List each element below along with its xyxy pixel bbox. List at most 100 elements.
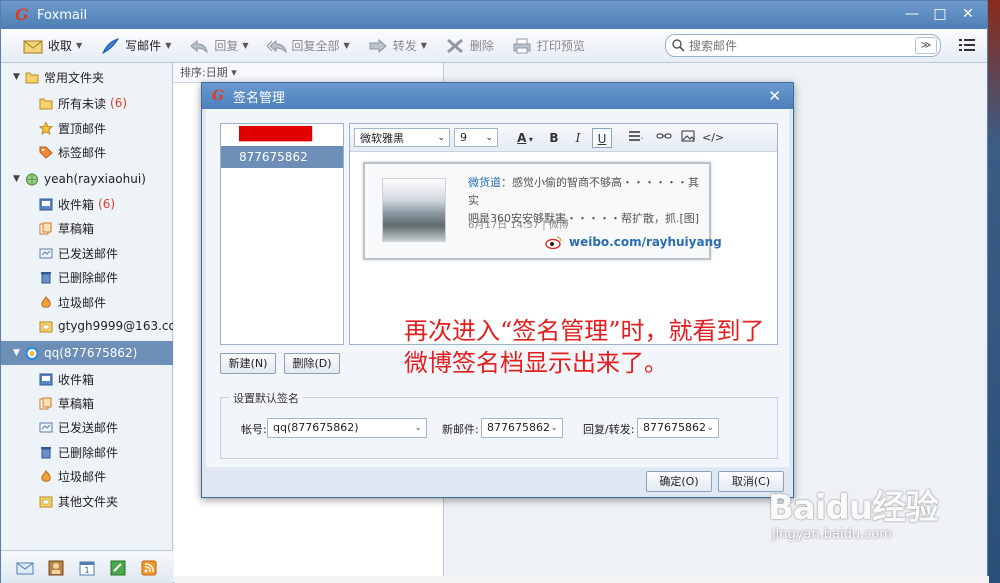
new-signature-button[interactable]: 新建(N) — [220, 353, 276, 374]
sidebar-item-deleted[interactable]: 已删除邮件 — [1, 265, 173, 289]
font-size-select[interactable]: 9 ⌄ — [454, 128, 498, 147]
compose-button[interactable]: 写邮件 ▼ — [100, 34, 171, 58]
reply-all-button[interactable]: 回复全部 ▼ — [266, 34, 350, 58]
font-family-select[interactable]: 微软雅黑 ⌄ — [354, 128, 450, 147]
sidebar-item-tagged[interactable]: 标签邮件 — [1, 140, 173, 164]
sidebar-item-deleted[interactable]: 已删除邮件 — [1, 440, 173, 464]
minimize-button[interactable]: — — [905, 6, 919, 22]
weibo-link[interactable]: weibo.com/rayhuiyang — [545, 235, 722, 249]
rss-icon[interactable] — [140, 560, 158, 576]
maximize-button[interactable]: □ — [933, 6, 947, 22]
print-preview-label: 打印预览 — [536, 39, 585, 53]
bottom-strip — [174, 576, 989, 583]
drafts-icon — [39, 222, 52, 234]
reply-button[interactable]: 回复 ▼ — [189, 34, 249, 58]
trash-icon — [41, 271, 51, 283]
feather-pen-icon — [102, 37, 120, 54]
signature-item-redacted[interactable]: ████████ — [221, 124, 343, 146]
sidebar-item-other-folders[interactable]: 其他文件夹 — [1, 489, 173, 513]
chevron-down-icon[interactable]: ▼ — [242, 41, 248, 50]
main-toolbar: 收取 ▼ 写邮件 ▼ 回复 ▼ 回复全部 ▼ 转发 ▼ 删除 打印预览 搜索邮件… — [1, 29, 987, 63]
sort-selector[interactable]: 排序:日期 ▾ — [174, 63, 443, 83]
expand-arrow-icon[interactable]: ▼ — [13, 174, 21, 184]
sidebar-item-label: 置顶邮件 — [58, 121, 107, 136]
sidebar-item-inbox[interactable]: 收件箱 — [1, 367, 173, 391]
delete-button[interactable]: 删除 — [445, 34, 494, 58]
reply-all-label: 回复全部 — [291, 39, 340, 53]
signature-item-selected[interactable]: 877675862 — [221, 146, 343, 168]
align-button[interactable] — [622, 128, 650, 148]
dialog-close-button[interactable]: ✕ — [768, 87, 781, 105]
reply-forward-field-label: 回复/转发: — [583, 423, 635, 436]
close-button[interactable]: ✕ — [961, 6, 975, 22]
contacts-icon[interactable] — [47, 560, 65, 576]
font-color-button[interactable]: A ▾ — [510, 128, 540, 148]
dialog-footer: 确定(O) 取消(C) — [206, 467, 789, 495]
image-icon — [681, 130, 695, 141]
sidebar-item-sent[interactable]: 已发送邮件 — [1, 241, 173, 265]
chevron-down-icon[interactable]: ▼ — [165, 41, 171, 50]
sidebar-item-pinned[interactable]: 置顶邮件 — [1, 116, 173, 140]
inbox-icon — [39, 373, 53, 385]
expand-arrow-icon[interactable]: ▼ — [13, 72, 21, 82]
search-options-button[interactable]: ≫ — [915, 37, 937, 54]
sidebar-item-junk[interactable]: 垃圾邮件 — [1, 464, 173, 488]
delete-x-icon — [446, 38, 463, 53]
favorites-group[interactable]: ▼ 常用文件夹 — [1, 65, 173, 89]
receive-button[interactable]: 收取 ▼ — [23, 34, 82, 58]
chevron-down-icon[interactable]: ▼ — [344, 41, 350, 50]
notes-icon[interactable] — [109, 560, 127, 576]
chevron-down-icon[interactable]: ▼ — [76, 41, 82, 50]
hamburger-menu-icon[interactable] — [959, 38, 975, 52]
sidebar-item-all-unread[interactable]: 所有未读 (6) — [1, 91, 173, 115]
bold-button[interactable]: B — [544, 128, 564, 148]
account-dropdown-value: qq(877675862) — [273, 421, 359, 434]
mail-view-icon[interactable] — [16, 560, 34, 576]
editor-toolbar: 微软雅黑 ⌄ 9 ⌄ A ▾ B I U </> — [350, 124, 777, 152]
account-qq[interactable]: ▼ qq(877675862) — [1, 341, 173, 365]
junk-flame-icon — [41, 295, 51, 308]
italic-button[interactable]: I — [568, 128, 588, 148]
sidebar-item-junk[interactable]: 垃圾邮件 — [1, 290, 173, 314]
sidebar-item-inbox[interactable]: 收件箱 (6) — [1, 192, 173, 216]
link-button[interactable] — [654, 128, 674, 148]
title-bar: G Foxmail — □ ✕ — [1, 1, 987, 29]
weibo-author[interactable]: 微货道 — [468, 176, 501, 189]
chevron-down-icon: ⌄ — [414, 423, 422, 433]
delete-signature-button[interactable]: 删除(D) — [284, 353, 340, 374]
account-yeah[interactable]: ▼ yeah(rayxiaohui) — [1, 167, 173, 191]
search-input[interactable] — [685, 38, 905, 53]
link-icon — [656, 133, 672, 138]
desktop-background — [988, 0, 1000, 583]
sidebar-item-sent[interactable]: 已发送邮件 — [1, 415, 173, 439]
chevron-down-icon[interactable]: ▼ — [421, 41, 427, 50]
chevron-down-icon: ⌄ — [485, 132, 493, 143]
reply-arrow-icon — [190, 39, 209, 54]
expand-arrow-icon[interactable]: ▼ — [13, 348, 21, 358]
reply-label: 回复 — [214, 39, 239, 53]
watermark-url: jingyan.baidu.com — [772, 527, 892, 542]
chevron-down-icon: ⌄ — [706, 423, 714, 433]
new-mail-dropdown[interactable]: 877675862 ⌄ — [481, 418, 563, 438]
sidebar-item-other-folder[interactable]: gtygh9999@163.co... — [1, 314, 173, 338]
calendar-icon[interactable]: 1 — [78, 560, 96, 576]
sidebar-item-drafts[interactable]: 草稿箱 — [1, 216, 173, 240]
underline-button[interactable]: U — [592, 127, 612, 148]
account-dropdown[interactable]: qq(877675862) ⌄ — [267, 418, 427, 438]
junk-flame-icon — [41, 469, 51, 482]
account-globe-icon — [25, 346, 39, 360]
foxmail-logo-icon: G — [15, 5, 29, 24]
forward-button[interactable]: 转发 ▼ — [368, 34, 427, 58]
source-code-button[interactable]: </> — [702, 128, 724, 148]
sidebar-item-label: 收件箱 — [58, 372, 95, 387]
chevron-down-icon: ⌄ — [437, 132, 445, 143]
search-box[interactable]: ≫ — [665, 34, 941, 57]
insert-image-button[interactable] — [678, 128, 698, 148]
sidebar-item-drafts[interactable]: 草稿箱 — [1, 391, 173, 415]
ok-button[interactable]: 确定(O) — [646, 471, 712, 492]
sidebar-item-label: 标签邮件 — [58, 145, 107, 160]
print-preview-button[interactable]: 打印预览 — [512, 34, 585, 58]
compose-label: 写邮件 — [125, 39, 162, 53]
reply-forward-dropdown[interactable]: 877675862 ⌄ — [637, 418, 719, 438]
align-icon — [629, 130, 643, 141]
